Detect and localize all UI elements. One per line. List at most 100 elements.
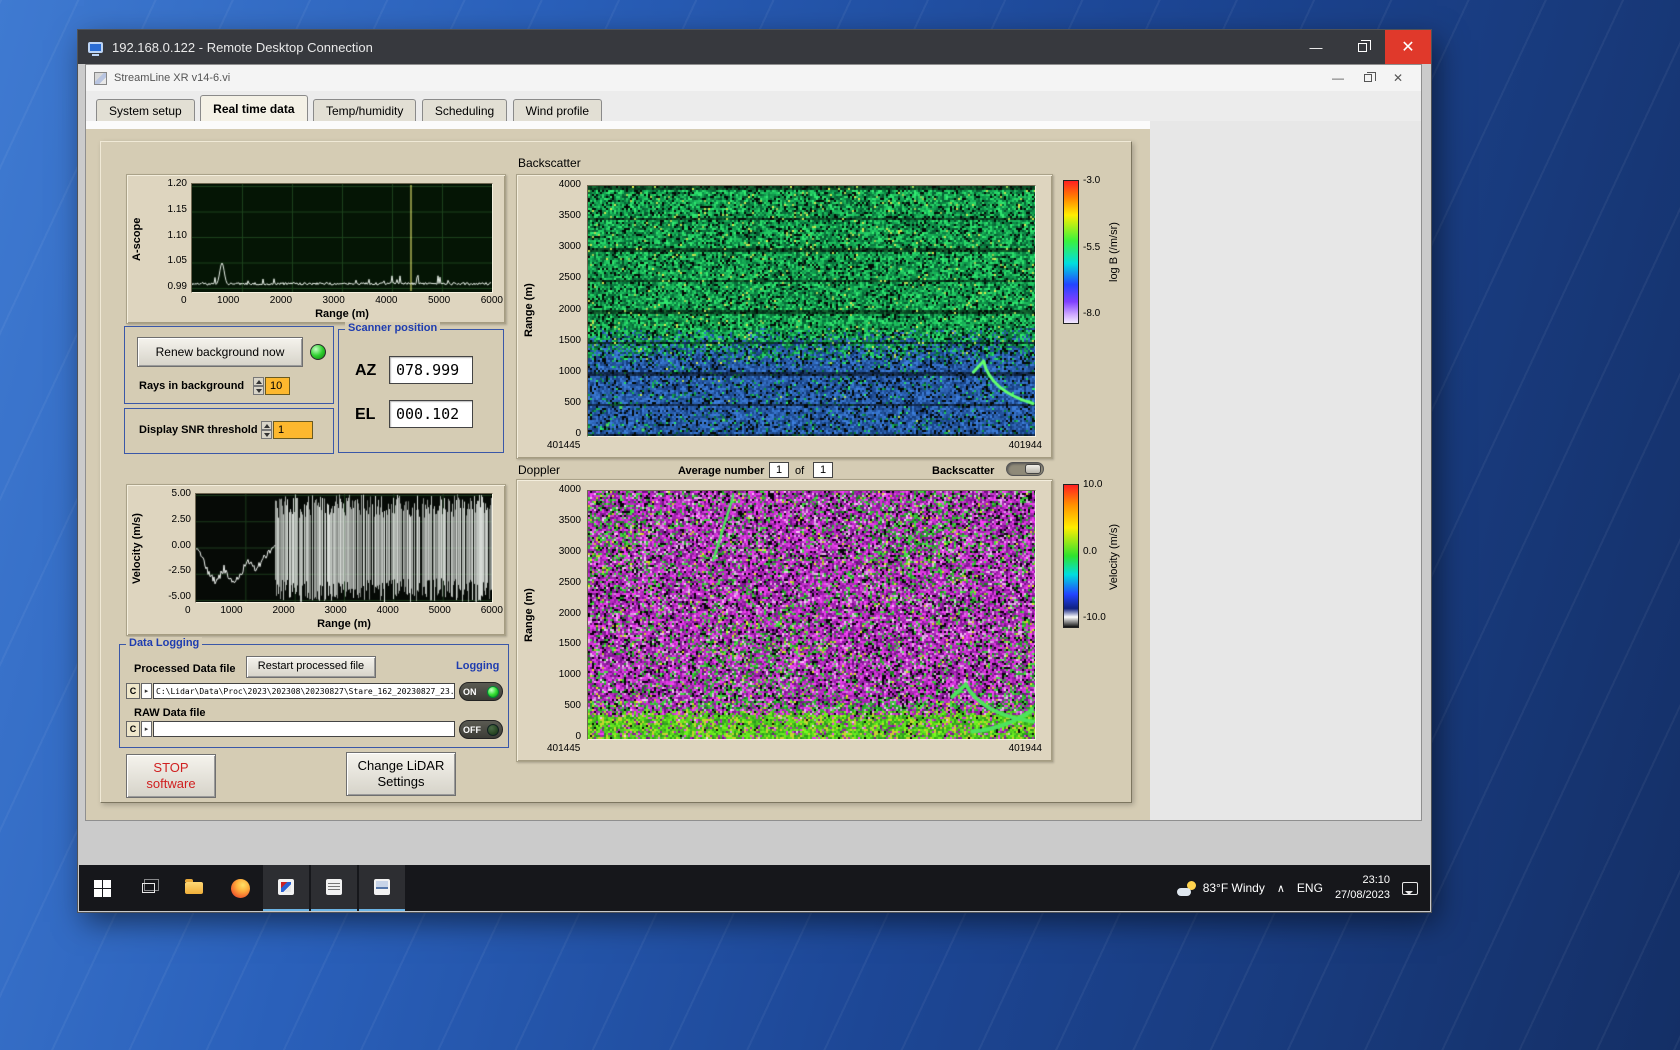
logging-on-toggle[interactable]: ON — [459, 682, 503, 701]
file-explorer-button[interactable] — [171, 865, 217, 911]
data-logging-group: Data Logging Processed Data file Restart… — [119, 644, 509, 748]
backscatter-plot-area — [587, 185, 1036, 437]
tick-label: 3000 — [325, 605, 347, 616]
tab-scheduling[interactable]: Scheduling — [422, 99, 507, 123]
tick-label: -5.00 — [168, 591, 191, 602]
tick-label: 4000 — [559, 484, 581, 495]
tick-label: 2000 — [270, 295, 292, 306]
processed-drive-box[interactable]: C — [126, 683, 140, 699]
tick-label: 5000 — [428, 295, 450, 306]
backscatter-colorbar-ticks: -3.0-5.5-8.0 — [1083, 175, 1100, 319]
scanner-position-group: Scanner position AZ 078.999 EL 000.102 — [338, 329, 504, 453]
start-button[interactable] — [79, 865, 125, 911]
tab-wind-profile[interactable]: Wind profile — [513, 99, 602, 123]
tick-label: 1500 — [559, 638, 581, 649]
rdp-restore-button[interactable] — [1339, 30, 1385, 64]
app-minimize-button[interactable]: — — [1323, 65, 1353, 91]
backscatter-x-ticks: 401445 401944 — [547, 440, 1042, 451]
tick-label: 2.50 — [172, 514, 191, 525]
weather-widget[interactable]: 83°F Windy — [1177, 881, 1265, 896]
change-lidar-settings-button[interactable]: Change LiDAR Settings — [346, 752, 456, 796]
tick-label: 3500 — [559, 210, 581, 221]
tick-label: 6000 — [481, 295, 503, 306]
velocity-plot-canvas — [196, 494, 492, 602]
doppler-x-right: 401944 — [1009, 743, 1042, 754]
main-panel: A-scope 1.201.151.101.050.99 01000200030… — [100, 141, 1132, 803]
average-number-value[interactable]: 1 — [769, 462, 789, 478]
tick-label: 1000 — [559, 669, 581, 680]
backscatter-title: Backscatter — [518, 156, 581, 170]
renew-background-button[interactable]: Renew background now — [137, 337, 303, 367]
tick-label: 2500 — [559, 577, 581, 588]
tick-label: 5.00 — [172, 488, 191, 499]
rdp-close-button[interactable]: ✕ — [1385, 30, 1431, 64]
tick-label: 3500 — [559, 515, 581, 526]
logging-off-toggle[interactable]: OFF — [459, 720, 503, 739]
tick-label: 3000 — [559, 546, 581, 557]
app-close-button[interactable]: ✕ — [1383, 65, 1413, 91]
scanner-position-title: Scanner position — [345, 322, 440, 334]
raw-path-input[interactable] — [153, 721, 455, 737]
rdp-titlebar[interactable]: 192.168.0.122 - Remote Desktop Connectio… — [78, 30, 1431, 64]
remote-desktop: StreamLine XR v14-6.vi — ✕ System setup … — [79, 64, 1430, 911]
restore-icon — [1364, 74, 1372, 82]
raw-drive-box[interactable]: C — [126, 721, 140, 737]
language-indicator[interactable]: ENG — [1297, 881, 1323, 895]
firefox-button[interactable] — [217, 865, 263, 911]
tick-label: 2000 — [559, 608, 581, 619]
renew-background-led — [310, 344, 326, 360]
doppler-colorbar — [1063, 484, 1079, 628]
tick-label: 1.05 — [168, 255, 187, 266]
tick-label: 4000 — [377, 605, 399, 616]
change-line2: Settings — [378, 774, 425, 790]
raw-browse-button[interactable]: ▸ — [141, 721, 152, 737]
tick-label: -3.0 — [1083, 175, 1100, 186]
tick-label: 1.10 — [168, 230, 187, 241]
snr-threshold-spinner[interactable] — [261, 421, 272, 439]
stop-line2: software — [146, 776, 195, 792]
scan-scheduler-taskbar-button[interactable] — [311, 865, 357, 911]
stop-software-button[interactable]: STOP software — [126, 754, 216, 798]
average-of-value[interactable]: 1 — [813, 462, 833, 478]
tick-label: 6000 — [481, 605, 503, 616]
backscatter-toggle-label: Backscatter — [932, 465, 994, 477]
tick-label: 0 — [575, 428, 581, 439]
task-view-button[interactable] — [125, 865, 171, 911]
tab-real-time-data[interactable]: Real time data — [200, 95, 307, 121]
task-view-icon — [142, 883, 155, 893]
toggle-knob — [1025, 464, 1041, 474]
tab-system-setup[interactable]: System setup — [96, 99, 195, 123]
rays-in-background-value[interactable]: 10 — [265, 377, 290, 395]
app-restore-button[interactable] — [1353, 65, 1383, 91]
notification-icon[interactable] — [1402, 882, 1418, 895]
tick-label: 500 — [564, 397, 581, 408]
rays-in-background-spinner[interactable] — [253, 377, 264, 395]
window-taskbar-button[interactable] — [359, 865, 405, 911]
backscatter-toggle[interactable] — [1006, 462, 1044, 476]
hidden-icons-chevron[interactable]: ∧ — [1277, 882, 1285, 895]
front-panel: A-scope 1.201.151.101.050.99 01000200030… — [86, 129, 1150, 820]
app-window: StreamLine XR v14-6.vi — ✕ System setup … — [85, 64, 1422, 821]
tick-label: 2000 — [272, 605, 294, 616]
doppler-y-ticks: 40003500300025002000150010005000 — [541, 484, 581, 742]
processed-browse-button[interactable]: ▸ — [141, 683, 152, 699]
rdp-window: 192.168.0.122 - Remote Desktop Connectio… — [78, 30, 1431, 912]
app-titlebar[interactable]: StreamLine XR v14-6.vi — ✕ — [86, 65, 1421, 91]
clock-time: 23:10 — [1362, 873, 1390, 888]
tab-temp-humidity[interactable]: Temp/humidity — [313, 99, 416, 123]
rays-in-background-label: Rays in background — [139, 380, 244, 392]
streamline-taskbar-button[interactable] — [263, 865, 309, 911]
processed-path-input[interactable]: C:\Lidar\Data\Proc\2023\202308\20230827\… — [153, 683, 455, 699]
app-title: StreamLine XR v14-6.vi — [114, 72, 1323, 84]
stop-line1: STOP — [153, 760, 188, 776]
tick-label: -10.0 — [1083, 612, 1106, 623]
tick-label: 0.99 — [168, 281, 187, 292]
tick-label: 3000 — [559, 241, 581, 252]
restart-processed-file-button[interactable]: Restart processed file — [246, 656, 376, 678]
snr-threshold-group: Display SNR threshold 1 — [124, 408, 334, 454]
backscatter-heatmap: Range (m) 400035003000250020001500100050… — [516, 174, 1053, 459]
rdp-minimize-button[interactable]: — — [1293, 30, 1339, 64]
weather-text: 83°F Windy — [1203, 881, 1265, 895]
snr-threshold-value[interactable]: 1 — [273, 421, 313, 439]
clock[interactable]: 23:10 27/08/2023 — [1335, 873, 1390, 903]
